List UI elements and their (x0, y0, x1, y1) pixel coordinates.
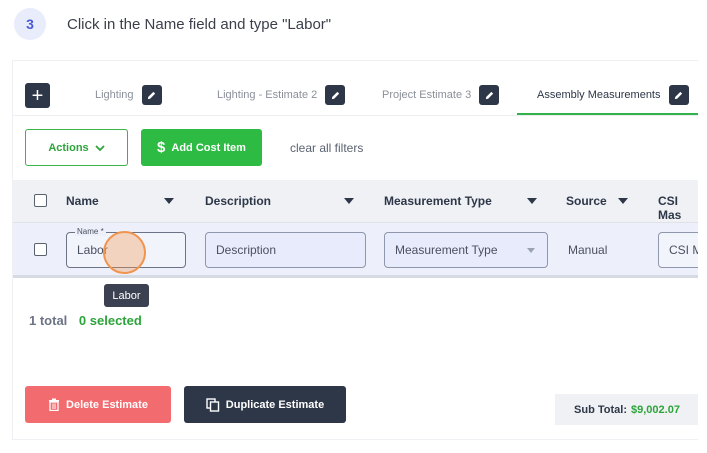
column-header-name[interactable]: Name (66, 194, 99, 208)
table-header: Name Description Measurement Type Source… (13, 180, 698, 223)
column-header-description[interactable]: Description (205, 194, 271, 208)
dollar-icon: $ (157, 139, 166, 156)
selected-count: 0 selected (78, 313, 142, 328)
typed-text-tooltip: Labor (104, 284, 149, 307)
description-input[interactable]: Description (205, 232, 366, 268)
tab-lighting[interactable]: Lighting (95, 85, 162, 105)
tab-label: Project Estimate 3 (382, 89, 472, 101)
measurement-type-select[interactable]: Measurement Type (384, 232, 548, 268)
duplicate-estimate-label: Duplicate Estimate (225, 398, 325, 411)
copy-icon (206, 397, 219, 412)
subtotal-box: Sub Total: $9,002.07 (555, 394, 698, 425)
column-header-measurement-type[interactable]: Measurement Type (384, 194, 492, 208)
tab-assembly-measurements[interactable]: Assembly Measurements (537, 85, 689, 105)
chevron-down-icon (95, 144, 105, 151)
total-count: 1 total (29, 313, 68, 328)
pencil-icon[interactable] (479, 85, 500, 105)
description-placeholder: Description (216, 243, 277, 257)
sort-caret-icon[interactable] (527, 198, 537, 204)
tab-label: Lighting (95, 89, 134, 101)
add-cost-item-button[interactable]: $ Add Cost Item (141, 129, 262, 166)
step-number-badge: 3 (14, 8, 46, 40)
add-cost-item-label: Add Cost Item (171, 141, 246, 154)
tab-project-estimate-3[interactable]: Project Estimate 3 (382, 85, 500, 105)
click-highlight-circle (103, 231, 146, 274)
sort-caret-icon[interactable] (618, 198, 628, 204)
estimate-panel: + Lighting Lighting - Estimate 2 Project… (12, 60, 698, 440)
tab-label: Lighting - Estimate 2 (217, 89, 318, 101)
actions-label: Actions (48, 141, 89, 154)
delete-estimate-button[interactable]: Delete Estimate (25, 386, 171, 423)
delete-estimate-label: Delete Estimate (66, 398, 148, 411)
pencil-icon[interactable] (141, 85, 162, 105)
step-instruction: Click in the Name field and type "Labor" (67, 15, 332, 33)
dropdown-caret-icon (527, 248, 535, 253)
actions-dropdown-button[interactable]: Actions (25, 129, 128, 166)
trash-icon (49, 398, 60, 411)
row-checkbox[interactable] (34, 243, 47, 256)
subtotal-value: $9,002.07 (631, 403, 680, 416)
csi-input[interactable]: CSI Ma (658, 232, 698, 268)
row-summary: 1 total 0 selected (29, 313, 142, 328)
duplicate-estimate-button[interactable]: Duplicate Estimate (184, 386, 346, 423)
sort-caret-icon[interactable] (344, 198, 354, 204)
add-tab-button[interactable]: + (25, 83, 50, 108)
pencil-icon[interactable] (668, 85, 689, 105)
measurement-type-placeholder: Measurement Type (395, 243, 498, 257)
subtotal-label: Sub Total: (574, 403, 628, 416)
sort-caret-icon[interactable] (164, 198, 174, 204)
tab-lighting-estimate-2[interactable]: Lighting - Estimate 2 (217, 85, 346, 105)
name-field-label: Name * (75, 227, 106, 236)
clear-all-filters-link[interactable]: clear all filters (290, 141, 363, 155)
step-header: 3 Click in the Name field and type "Labo… (14, 8, 331, 40)
select-all-checkbox[interactable] (34, 194, 47, 207)
source-value: Manual (568, 243, 608, 257)
tab-label: Assembly Measurements (537, 89, 661, 101)
tab-divider (13, 115, 698, 116)
csi-placeholder: CSI Ma (669, 243, 698, 257)
column-header-csi[interactable]: CSI Mas (658, 194, 698, 222)
pencil-icon[interactable] (325, 85, 346, 105)
column-header-source[interactable]: Source (566, 194, 607, 208)
